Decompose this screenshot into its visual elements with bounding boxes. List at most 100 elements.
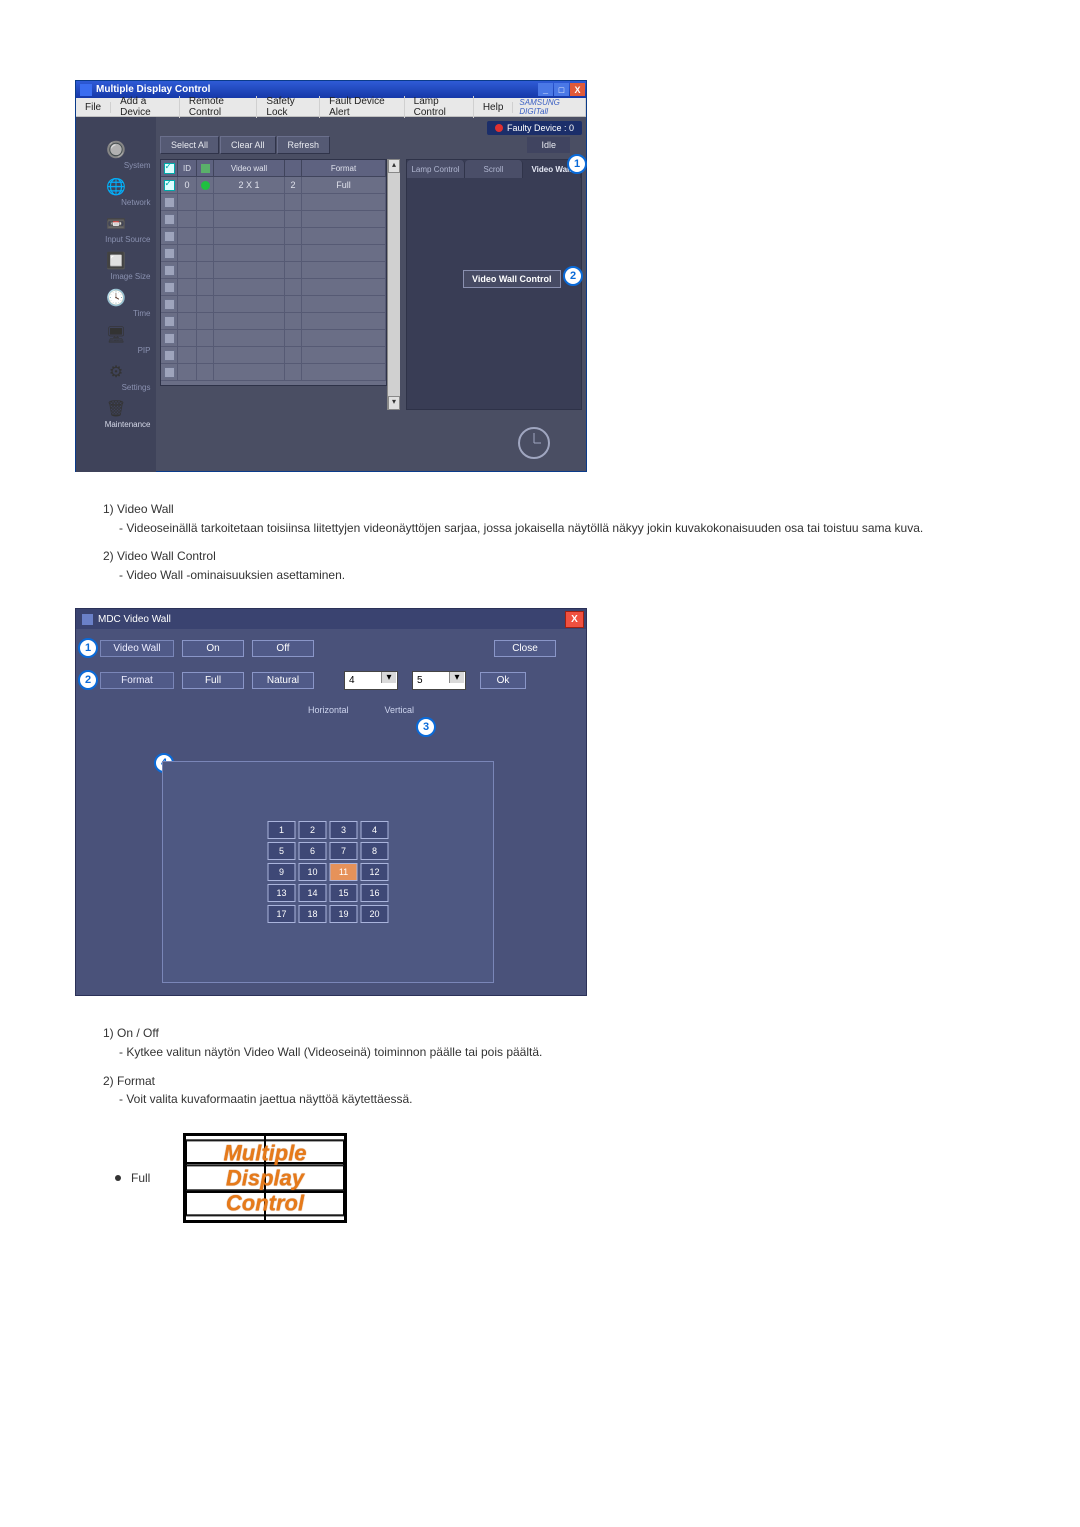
table-row[interactable]: 0 2 X 1 2 Full [161,177,386,194]
wall-cell[interactable]: 15 [330,884,358,902]
row-checkbox[interactable] [164,350,175,361]
row-checkbox[interactable] [164,367,175,378]
menu-fault-alert[interactable]: Fault Device Alert [320,96,405,118]
menu-file[interactable]: File [76,102,111,113]
window-maximize-button[interactable]: □ [554,83,569,96]
table-row[interactable] [161,262,386,279]
right-panel: Lamp Control Scroll Video Wall 1 Video W… [406,159,582,410]
wall-cell[interactable]: 2 [299,821,327,839]
wall-cell[interactable]: 1 [268,821,296,839]
col-check[interactable] [161,160,178,176]
pip-icon: 🖥 [101,324,131,346]
table-row[interactable] [161,313,386,330]
wall-cell[interactable]: 14 [299,884,327,902]
table-row[interactable] [161,228,386,245]
scroll-up-icon[interactable]: ▴ [388,159,400,173]
menu-add-device[interactable]: Add a Device [111,96,180,118]
video-wall-control-button[interactable]: Video Wall Control [463,270,561,288]
description-list-2: 1) On / Off - Kytkee valitun näytön Vide… [103,1024,1005,1108]
refresh-button[interactable]: Refresh [277,136,331,154]
ok-button[interactable]: Ok [480,672,526,689]
horizontal-select[interactable]: 4 [344,671,398,690]
off-button[interactable]: Off [252,640,314,657]
wall-cell[interactable]: 5 [268,842,296,860]
sidebar-item-input-source[interactable]: 📼 Input Source [76,213,156,244]
item-title: Video Wall Control [117,549,216,563]
wall-cell[interactable]: 17 [268,905,296,923]
wall-cell[interactable]: 10 [299,863,327,881]
window-minimize-button[interactable]: _ [538,83,553,96]
bullet-icon [115,1175,121,1181]
item-sub: - Kytkee valitun näytön Video Wall (Vide… [119,1043,1005,1062]
row-checkbox[interactable] [164,333,175,344]
row-checkbox[interactable] [164,214,175,225]
table-row[interactable] [161,347,386,364]
wall-cell[interactable]: 12 [361,863,389,881]
row-checkbox[interactable] [164,197,175,208]
row-checkbox[interactable] [164,231,175,242]
col-id: ID [178,160,197,176]
sidebar-item-network[interactable]: 🌐 Network [76,176,156,207]
row-checkbox[interactable] [164,316,175,327]
scroll-down-icon[interactable]: ▾ [388,396,400,410]
table-row[interactable] [161,211,386,228]
close-button[interactable]: Close [494,640,556,657]
on-button[interactable]: On [182,640,244,657]
clock-icon [518,427,550,459]
footer [156,414,586,472]
wall-cell[interactable]: 20 [361,905,389,923]
natural-button[interactable]: Natural [252,672,314,689]
format-example-full: Full Multiple Display Control [115,1133,1005,1223]
wall-cell[interactable]: 19 [330,905,358,923]
menu-help[interactable]: Help [474,102,514,113]
wall-cell[interactable]: 8 [361,842,389,860]
sidebar-item-pip[interactable]: 🖥 PIP [76,324,156,355]
wall-cell-selected[interactable]: 11 [330,863,358,881]
vertical-select[interactable]: 5 [412,671,466,690]
callout-3: 3 [416,717,436,737]
callout-2: 2 [78,670,98,690]
sidebar-item-image-size[interactable]: 🔲 Image Size [76,250,156,281]
menu-remote-control[interactable]: Remote Control [180,96,258,118]
col-n [285,160,302,176]
wall-cell[interactable]: 7 [330,842,358,860]
row-checkbox[interactable] [164,248,175,259]
table-row[interactable] [161,330,386,347]
tab-scroll[interactable]: Scroll [465,160,523,178]
table-row[interactable] [161,364,386,381]
wall-cell[interactable]: 16 [361,884,389,902]
sidebar-item-maintenance[interactable]: 🗑 Maintenance [76,398,156,429]
tab-lamp-control[interactable]: Lamp Control [407,160,465,178]
wall-cell[interactable]: 4 [361,821,389,839]
menu-lamp-control[interactable]: Lamp Control [405,96,474,118]
row-checkbox[interactable] [164,299,175,310]
device-table: ID Video wall Format 0 [160,159,387,386]
wall-cell[interactable]: 18 [299,905,327,923]
row-checkbox[interactable] [164,282,175,293]
toolbar: Select All Clear All Refresh Idle [156,133,586,157]
system-icon: 🔘 [101,139,131,161]
wall-cell[interactable]: 3 [330,821,358,839]
wall-cell[interactable]: 9 [268,863,296,881]
sidebar-item-settings[interactable]: ⚙ Settings [76,361,156,392]
row-checkbox[interactable] [164,265,175,276]
full-button[interactable]: Full [182,672,244,689]
col-videowall: Video wall [214,160,285,176]
clear-all-button[interactable]: Clear All [220,136,276,154]
input-source-icon: 📼 [101,213,131,235]
select-all-button[interactable]: Select All [160,136,219,154]
table-row[interactable] [161,194,386,211]
sidebar-item-system[interactable]: 🔘 System [76,139,156,170]
wall-cell[interactable]: 13 [268,884,296,902]
scrollbar[interactable]: ▴ ▾ [387,159,400,410]
table-row[interactable] [161,279,386,296]
sidebar-item-time[interactable]: 🕓 Time [76,287,156,318]
window-close-button[interactable]: X [570,83,585,96]
table-row[interactable] [161,296,386,313]
dialog-icon [82,614,93,625]
wall-cell[interactable]: 6 [299,842,327,860]
dialog-close-button[interactable]: X [565,611,584,628]
table-row[interactable] [161,245,386,262]
row-checkbox[interactable] [164,180,175,191]
menu-safety-lock[interactable]: Safety Lock [257,96,320,118]
